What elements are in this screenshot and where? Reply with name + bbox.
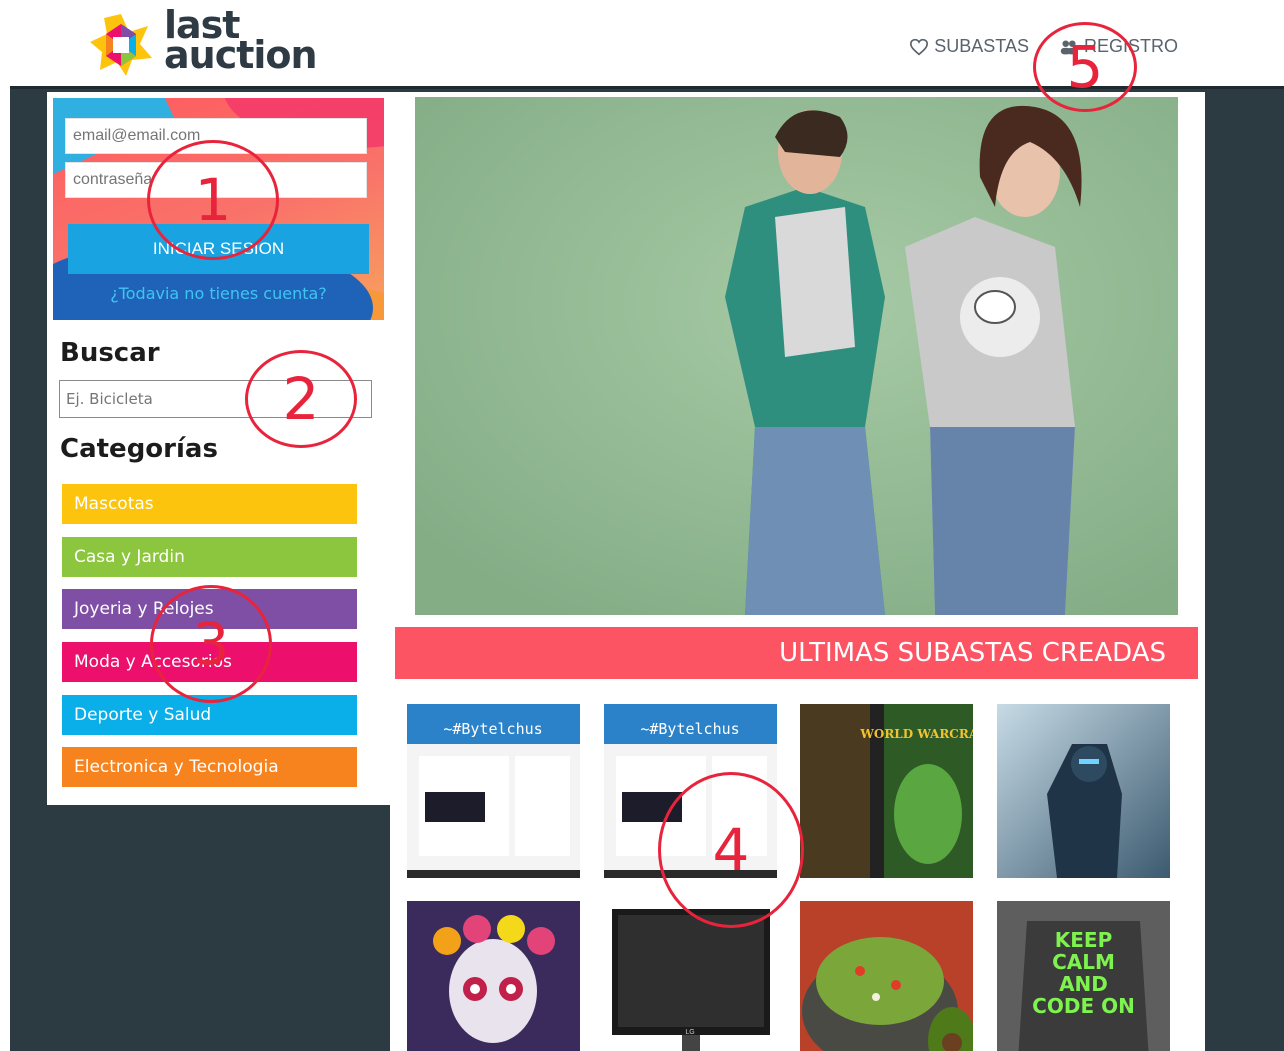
category-deporte-salud[interactable]: Deporte y Salud xyxy=(62,695,357,735)
auction-item-6[interactable]: LG xyxy=(604,901,777,1051)
thumb-6-caption: LG xyxy=(685,1029,694,1036)
keep-calm-code-on-shirt-image: KEEP CALM AND CODE ON xyxy=(997,901,1170,1051)
login-panel: INICIAR SESION ¿Todavia no tienes cuenta… xyxy=(53,98,384,320)
thumb-3-caption: WORLD WARCRAFT xyxy=(859,727,973,741)
warcraft-game-box-image: WORLD WARCRAFT xyxy=(800,704,973,878)
thumb-1-caption: ~#Bytelchus xyxy=(443,720,542,738)
hero-couple-photo xyxy=(415,97,1178,615)
search-title: Buscar xyxy=(60,338,160,368)
users-icon xyxy=(1060,39,1078,54)
register-link[interactable]: ¿Todavia no tienes cuenta? xyxy=(53,284,384,303)
nav-registro[interactable]: REGISTRO xyxy=(1059,36,1178,57)
catrina-skull-art-image xyxy=(407,901,580,1051)
nav-subastas[interactable]: SUBASTAS xyxy=(909,36,1029,57)
heart-outline-icon xyxy=(910,38,929,55)
email-field[interactable] xyxy=(65,118,367,154)
latest-auctions-header: ULTIMAS SUBASTAS CREADAS xyxy=(395,627,1198,679)
search-input[interactable] xyxy=(59,380,372,418)
nav-subastas-label: SUBASTAS xyxy=(934,36,1029,56)
ice-knight-art-image xyxy=(997,704,1170,878)
auction-item-7[interactable] xyxy=(800,901,973,1051)
password-field[interactable] xyxy=(65,162,367,198)
thumb-8-caption: KEEP CALM AND CODE ON xyxy=(1032,929,1135,1018)
guacamole-bowl-image xyxy=(800,901,973,1051)
site-logo[interactable]: last auction xyxy=(88,6,328,82)
category-electronica-tecnologia[interactable]: Electronica y Tecnologia xyxy=(62,747,357,787)
auction-item-2[interactable]: ~#Bytelchus xyxy=(604,704,777,878)
category-casa-jardin[interactable]: Casa y Jardin xyxy=(62,537,357,577)
auction-item-1[interactable]: ~#Bytelchus xyxy=(407,704,580,878)
bytelchus-screenshot-image: ~#Bytelchus xyxy=(604,704,777,878)
nav-registro-label: REGISTRO xyxy=(1083,36,1178,56)
header-divider xyxy=(10,86,1284,89)
logo-line-2: auction xyxy=(164,33,318,77)
logo-wordmark: last auction xyxy=(164,6,318,77)
auction-item-5[interactable] xyxy=(407,901,580,1051)
category-joyeria-relojes[interactable]: Joyeria y Relojes xyxy=(62,589,357,629)
auction-item-3[interactable]: WORLD WARCRAFT xyxy=(800,704,973,878)
top-nav: SUBASTAS REGISTRO xyxy=(909,36,1178,57)
category-moda-accesorios[interactable]: Moda y Accesorios xyxy=(62,642,357,682)
bytelchus-screenshot-image: ~#Bytelchus xyxy=(407,704,580,878)
logo-star-icon xyxy=(90,14,152,76)
categories-title: Categorías xyxy=(60,434,218,464)
category-mascotas[interactable]: Mascotas xyxy=(62,484,357,524)
lg-monitor-image: LG xyxy=(604,901,777,1051)
login-button[interactable]: INICIAR SESION xyxy=(68,224,369,274)
hero-banner-image[interactable] xyxy=(415,97,1178,615)
auction-item-4[interactable] xyxy=(997,704,1170,878)
auction-item-8[interactable]: KEEP CALM AND CODE ON xyxy=(997,901,1170,1051)
thumb-2-caption: ~#Bytelchus xyxy=(640,720,739,738)
